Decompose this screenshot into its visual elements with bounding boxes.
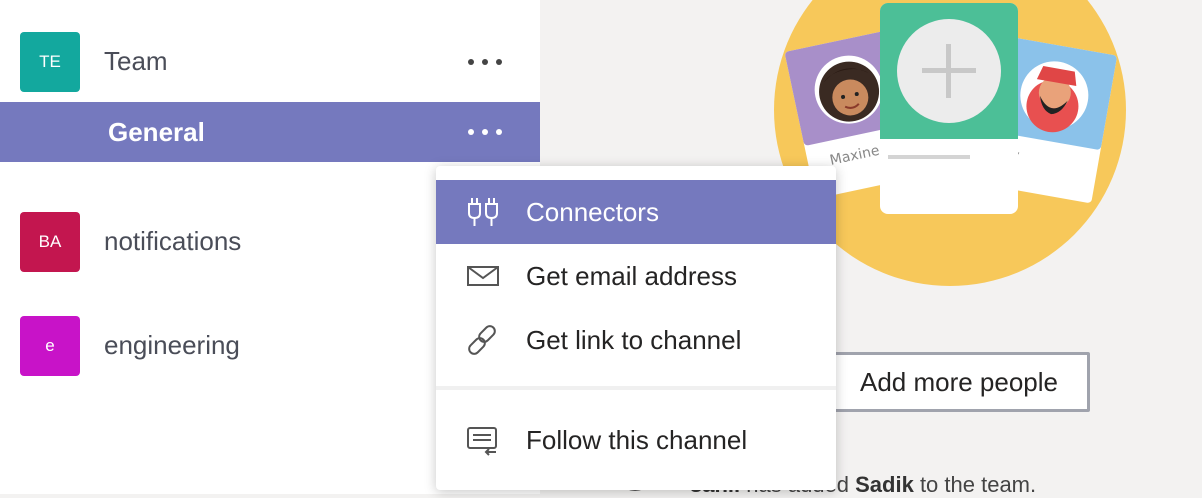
team-more-options-button[interactable] [466, 52, 504, 72]
team-name: notifications [104, 226, 242, 256]
team-item-team[interactable]: TE Team [0, 30, 540, 94]
activity-target: Sadik [855, 472, 914, 497]
follow-channel-icon [467, 427, 497, 456]
menu-item-connectors[interactable]: Connectors [436, 180, 836, 244]
menu-item-label: Connectors [526, 197, 659, 227]
more-dot-icon [482, 59, 488, 65]
more-dot-icon [468, 59, 474, 65]
menu-item-get-link-to-channel[interactable]: Get link to channel [436, 308, 836, 372]
team-avatar-initials: BA [38, 232, 62, 251]
channel-name: General [108, 117, 205, 147]
team-avatar-initials: e [45, 336, 55, 355]
team-name: Team [104, 46, 168, 76]
menu-item-follow-this-channel[interactable]: Follow this channel [436, 408, 836, 472]
channel-more-options-button[interactable] [466, 122, 504, 142]
team-avatar-initials: TE [39, 52, 61, 71]
activity-suffix-text: to the team. [913, 472, 1037, 497]
envelope-icon [467, 266, 499, 286]
team-avatar: e [20, 316, 80, 376]
more-dot-icon [496, 129, 502, 135]
menu-item-label: Get email address [526, 261, 737, 291]
connectors-icon [468, 198, 498, 226]
menu-divider [436, 386, 836, 390]
channel-context-menu: Connectors Get email address Get link to… [436, 166, 836, 490]
team-name: engineering [104, 330, 240, 360]
more-dot-icon [482, 129, 488, 135]
team-avatar: TE [20, 32, 80, 92]
add-more-people-button[interactable]: Add more people [818, 352, 1090, 412]
menu-item-get-email-address[interactable]: Get email address [436, 244, 836, 308]
add-member-card [880, 3, 1018, 214]
more-dot-icon [468, 129, 474, 135]
more-dot-icon [496, 59, 502, 65]
link-icon [468, 325, 496, 355]
team-avatar: BA [20, 212, 80, 272]
menu-item-label: Get link to channel [526, 325, 742, 355]
channel-item-general[interactable]: General [0, 102, 540, 162]
menu-item-label: Follow this channel [526, 425, 748, 455]
